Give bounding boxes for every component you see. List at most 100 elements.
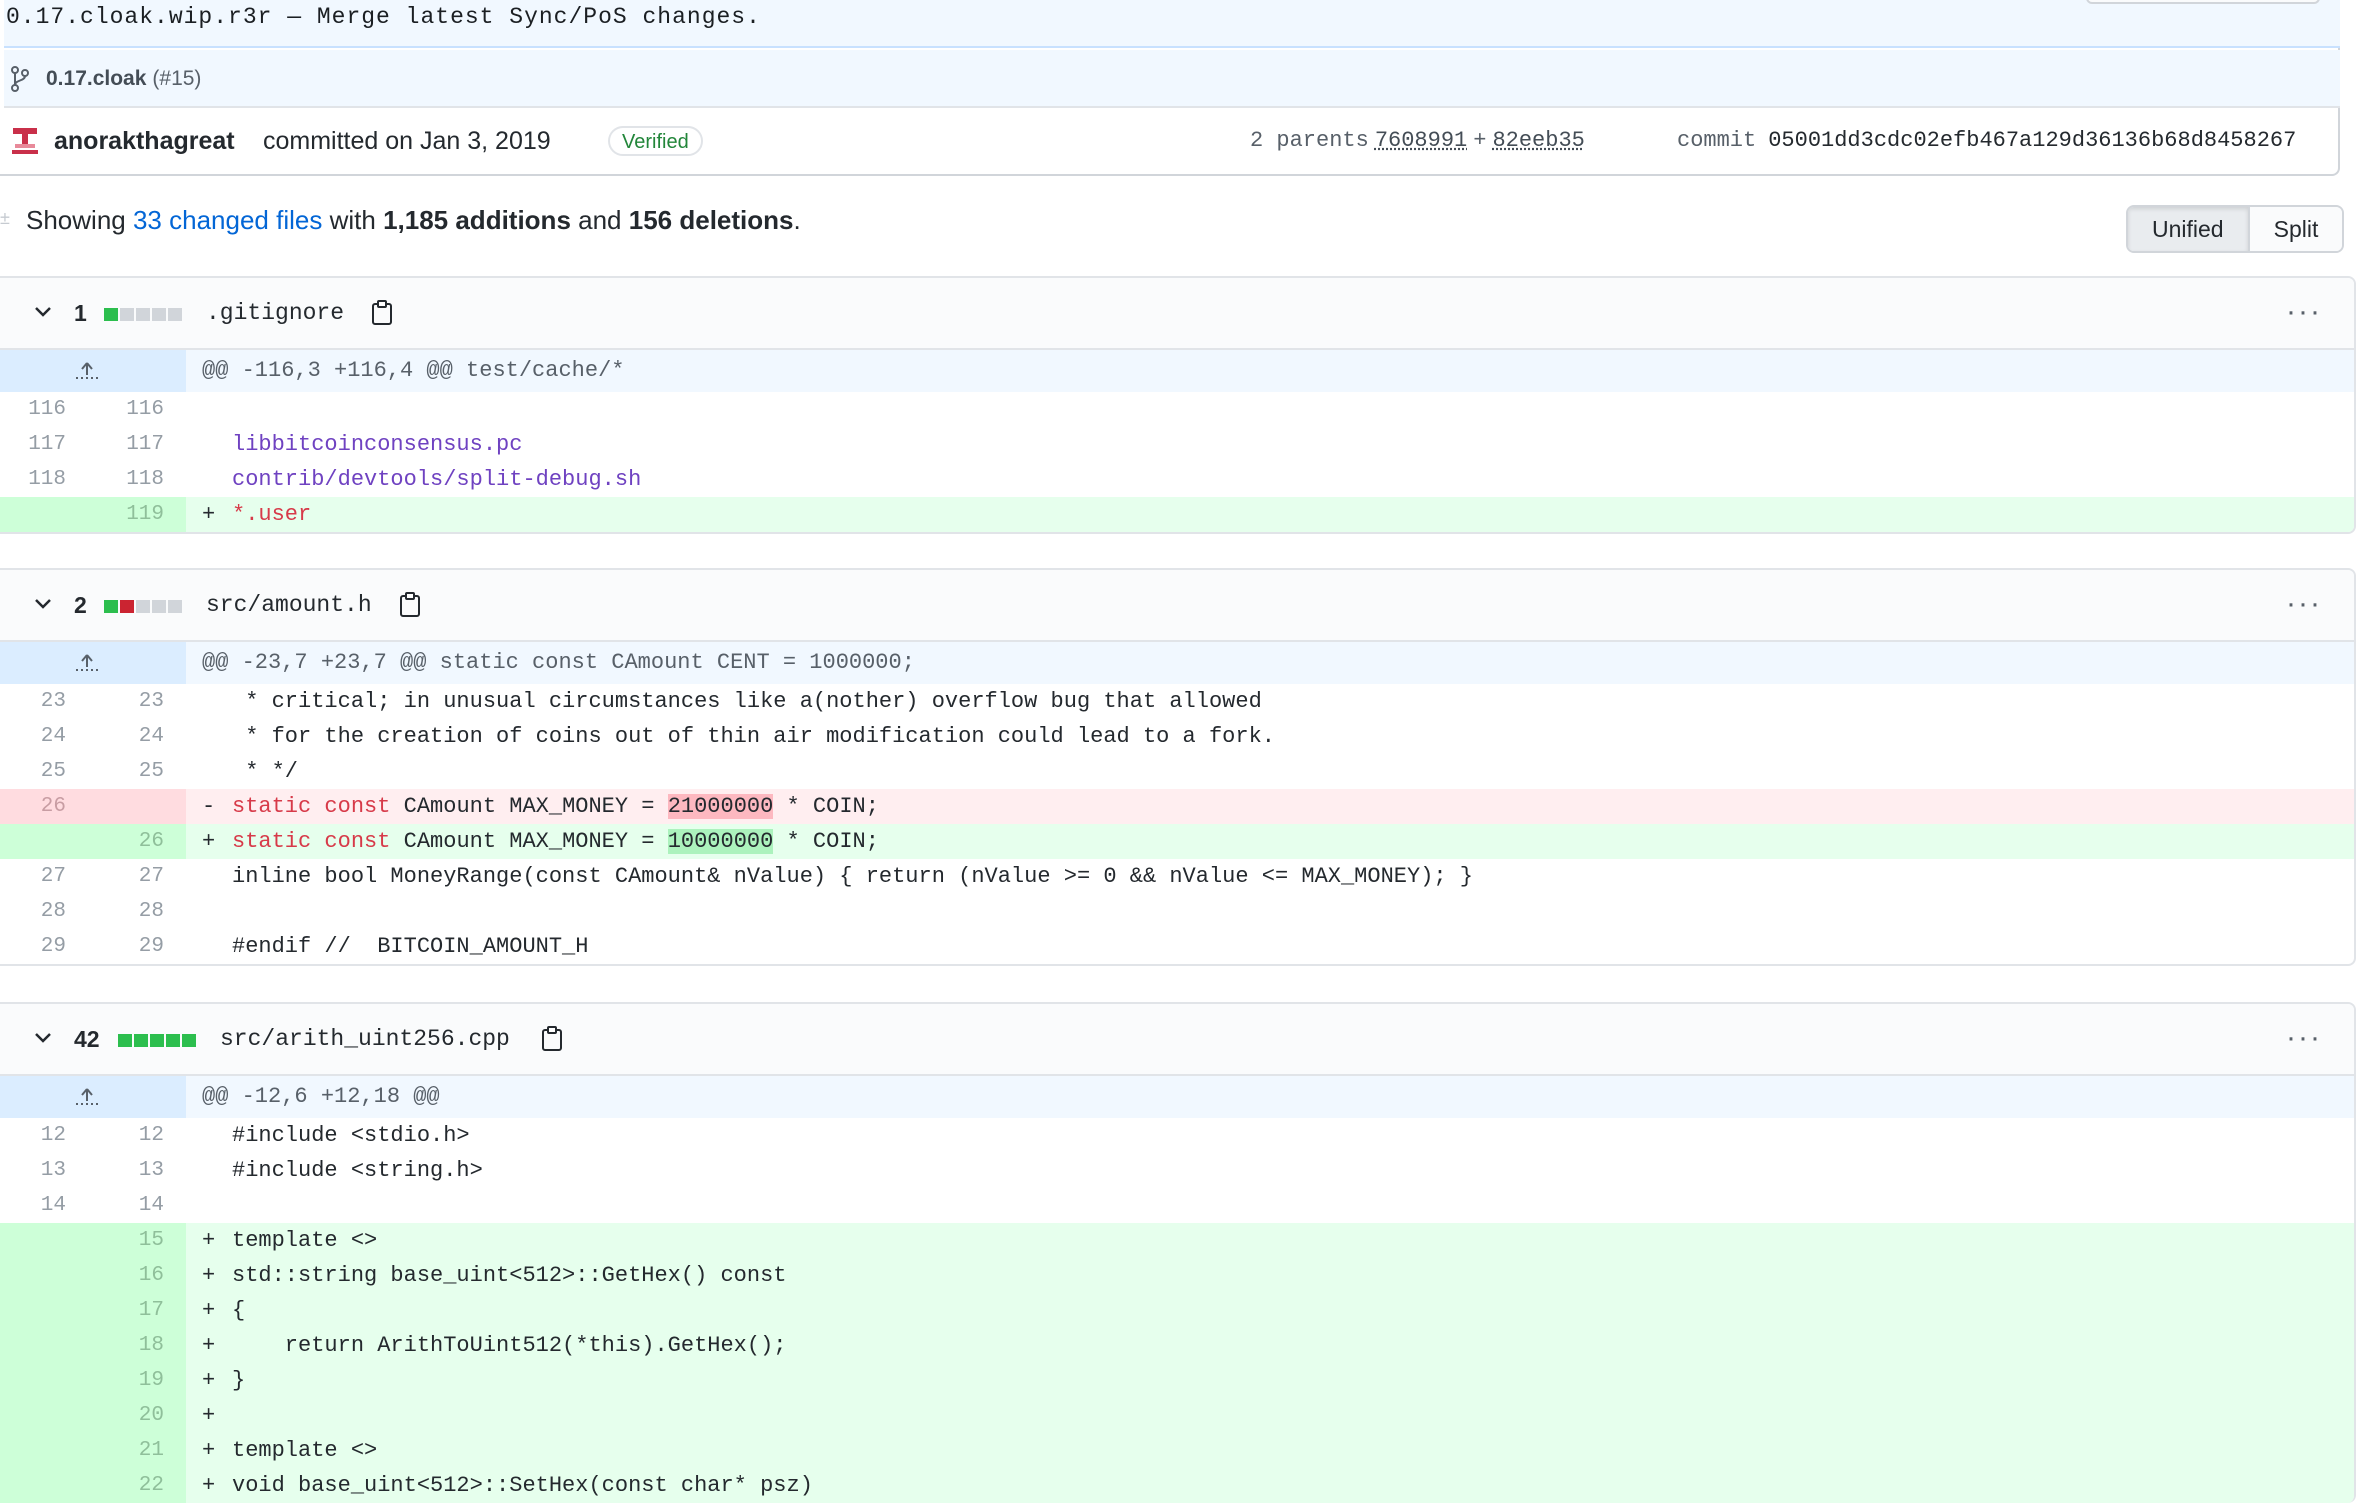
line-number-new[interactable]: 118: [104, 462, 164, 497]
line-number-old[interactable]: 27: [6, 859, 66, 894]
expand-up-icon[interactable]: [72, 652, 102, 674]
code-text: contrib/devtools/split-debug.sh: [232, 467, 642, 492]
avatar[interactable]: [10, 126, 40, 156]
line-number-new[interactable]: 21: [104, 1433, 164, 1468]
chevron-down-icon[interactable]: [32, 1026, 54, 1048]
commit-sha[interactable]: 05001dd3cdc02efb467a129d36136b68d8458267: [1768, 128, 2296, 153]
chevron-down-icon[interactable]: [32, 300, 54, 322]
line-number-new[interactable]: 14: [104, 1188, 164, 1223]
clipboard-icon[interactable]: [398, 592, 422, 618]
line-number-new[interactable]: 16: [104, 1258, 164, 1293]
diff-line: 24 24 * for the creation of coins out of …: [0, 719, 2354, 754]
file-name[interactable]: src/arith_uint256.cpp: [220, 1004, 510, 1074]
code-text: #include <stdio.h>: [232, 1123, 470, 1148]
diff-line-added: 26 + static const CAmount MAX_MONEY = 1000…: [0, 824, 2354, 859]
line-number-old[interactable]: 23: [6, 684, 66, 719]
line-number-new[interactable]: 20: [104, 1398, 164, 1433]
browse-files-button-edge[interactable]: [2086, 0, 2320, 4]
commit-sha-info: commit 05001dd3cdc02efb467a129d36136b68d8…: [1677, 108, 2296, 174]
change-count: 2: [74, 592, 87, 618]
line-number-new[interactable]: 24: [104, 719, 164, 754]
toc-toggle-icon[interactable]: ±: [0, 208, 10, 229]
code-text: template <>: [232, 1438, 378, 1463]
parents-info: 2 parents 7608991 +82eeb35: [1250, 108, 1591, 174]
line-number-old[interactable]: 14: [6, 1188, 66, 1223]
chevron-down-icon[interactable]: [32, 592, 54, 614]
parent-sha-link-2[interactable]: 82eeb35: [1492, 128, 1584, 153]
hunk-text: @@ -12,6 +12,18 @@: [202, 1084, 440, 1109]
kebab-icon[interactable]: ···: [2286, 297, 2322, 327]
line-number-new[interactable]: 119: [104, 497, 164, 532]
code-text: static const CAmount MAX_MONEY = 1000000…: [232, 824, 879, 859]
line-number-new[interactable]: 26: [104, 824, 164, 859]
file-header: 1 .gitignore ···: [0, 278, 2354, 350]
parents-label: 2 parents: [1250, 128, 1369, 153]
branch-name[interactable]: 0.17.cloak: [46, 67, 146, 90]
line-number-old[interactable]: 29: [6, 929, 66, 964]
expand-up-icon[interactable]: [72, 1086, 102, 1108]
commit-date: committed on Jan 3, 2019: [263, 127, 551, 155]
line-number-new[interactable]: 13: [104, 1153, 164, 1188]
line-number-new[interactable]: 23: [104, 684, 164, 719]
clipboard-icon[interactable]: [540, 1026, 564, 1052]
code-text: return ArithToUint512(*this).GetHex();: [232, 1333, 787, 1358]
line-number-old[interactable]: 24: [6, 719, 66, 754]
line-number-old[interactable]: 12: [6, 1118, 66, 1153]
split-view-button[interactable]: Split: [2249, 207, 2343, 251]
summary-prefix: Showing: [26, 205, 126, 235]
diff-line-added: 20 +: [0, 1398, 2354, 1433]
branch-link[interactable]: 0.17.cloak (#15): [46, 50, 201, 108]
diff-line: 117 117 libbitcoinconsensus.pc: [0, 427, 2354, 462]
line-number-new[interactable]: 116: [104, 392, 164, 427]
code-text: * for the creation of coins out of thin …: [232, 724, 1275, 749]
line-number-old[interactable]: 118: [6, 462, 66, 497]
line-number-new[interactable]: 15: [104, 1223, 164, 1258]
diff-line-added: 21 + template <>: [0, 1433, 2354, 1468]
line-number-new[interactable]: 17: [104, 1293, 164, 1328]
file-name[interactable]: .gitignore: [206, 278, 344, 348]
code-tail: * COIN;: [773, 829, 879, 854]
line-number-old[interactable]: 26: [6, 789, 66, 824]
parent-join: +: [1473, 128, 1487, 153]
kebab-icon[interactable]: ···: [2286, 1023, 2322, 1053]
branch-row: 0.17.cloak (#15): [4, 50, 2340, 108]
author-row: anorakthagreat committed on Jan 3, 2019 …: [0, 108, 2338, 174]
diff-line-added: 19 +}: [0, 1363, 2354, 1398]
diff-line: 12 12 #include <stdio.h>: [0, 1118, 2354, 1153]
line-number-old[interactable]: 25: [6, 754, 66, 789]
line-number-new[interactable]: 18: [104, 1328, 164, 1363]
verified-badge[interactable]: Verified: [608, 126, 703, 156]
diff-summary-bar: ± Showing 33 changed files with 1,185 ad…: [0, 190, 2358, 262]
line-number-old[interactable]: 117: [6, 427, 66, 462]
clipboard-icon[interactable]: [370, 300, 394, 326]
diff-line: 23 23 * critical; in unusual circumstance…: [0, 684, 2354, 719]
line-number-new[interactable]: 28: [104, 894, 164, 929]
line-number-new[interactable]: 27: [104, 859, 164, 894]
line-number-old[interactable]: 116: [6, 392, 66, 427]
diff-line: 29 29 #endif // BITCOIN_AMOUNT_H: [0, 929, 2354, 964]
parent-sha-link-1[interactable]: 7608991: [1375, 128, 1467, 153]
diff-line-added: 15 + template <>: [0, 1223, 2354, 1258]
commit-label: commit: [1677, 128, 1757, 153]
kebab-icon[interactable]: ···: [2286, 589, 2322, 619]
line-number-new[interactable]: 19: [104, 1363, 164, 1398]
file-name[interactable]: src/amount.h: [206, 570, 372, 640]
code-mid: CAmount MAX_MONEY =: [390, 794, 668, 819]
changed-files-link[interactable]: 33 changed files: [133, 205, 322, 235]
line-number-new[interactable]: 12: [104, 1118, 164, 1153]
unified-view-button[interactable]: Unified: [2128, 207, 2250, 251]
line-number-new[interactable]: 25: [104, 754, 164, 789]
code-text: #include <string.h>: [232, 1158, 483, 1183]
summary-and: and: [578, 205, 622, 235]
change-count: 42: [74, 1026, 100, 1052]
code-text: inline bool MoneyRange(const CAmount& nV…: [232, 864, 1474, 889]
pull-request-link[interactable]: (#15): [152, 67, 201, 90]
author-link[interactable]: anorakthagreat: [54, 108, 235, 174]
line-number-old[interactable]: 28: [6, 894, 66, 929]
line-number-new[interactable]: 117: [104, 427, 164, 462]
line-number-old[interactable]: 13: [6, 1153, 66, 1188]
line-number-new[interactable]: 29: [104, 929, 164, 964]
summary-end: .: [793, 205, 801, 235]
file-box: 1 .gitignore ··· @@ -116,3 +116,4 @@ tes…: [0, 276, 2356, 534]
expand-up-icon[interactable]: [72, 360, 102, 382]
